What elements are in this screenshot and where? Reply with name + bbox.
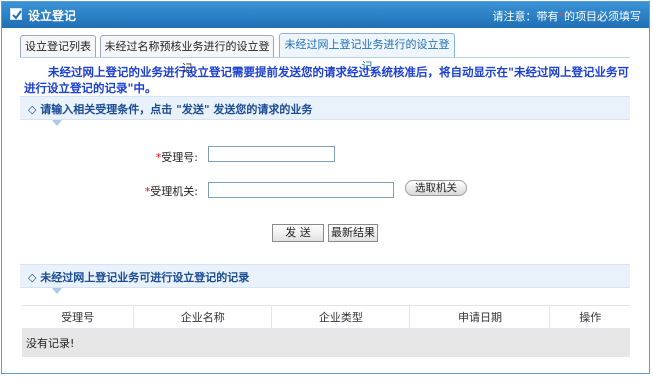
receipt-no-input[interactable] xyxy=(208,146,335,162)
tab-no-name-precheck[interactable]: 未经过名称预核业务进行的设立登记 xyxy=(100,35,274,75)
info-text: 未经过网上登记的业务进行设立登记需要提前发送您的请求经过系统核准后，将自动显示在… xyxy=(24,65,629,95)
column-apply-date: 申请日期 xyxy=(409,305,551,329)
tab-no-online-registration[interactable]: 未经过网上登记业务进行的设立登记 xyxy=(279,33,455,73)
agency-label-text: 受理机关: xyxy=(150,185,198,198)
notice-prefix: 请注意：带有 xyxy=(492,10,559,23)
tab-bar: 设立登记列表 未经过名称预核业务进行的设立登记 未经过网上登记业务进行的设立登记 xyxy=(2,28,649,75)
empty-records-text: 没有记录! xyxy=(22,328,630,357)
column-receipt-no: 受理号 xyxy=(22,305,135,329)
records-table: 受理号 企业名称 企业类型 申请日期 操作 没有记录! xyxy=(22,305,630,357)
checkbox-icon xyxy=(10,8,22,20)
column-action: 操作 xyxy=(549,305,630,329)
title-bar: 设立登记 请注意：带有*的项目必须填写 xyxy=(2,2,649,28)
agency-input[interactable] xyxy=(208,182,394,198)
records-section-header: ◇ 未经过网上登记业务可进行设立登记的记录 xyxy=(20,264,630,294)
registration-panel: 设立登记 请注意：带有*的项目必须填写 设立登记列表 未经过名称预核业务进行的设… xyxy=(1,1,650,374)
column-company-type: 企业类型 xyxy=(271,305,411,329)
form-section-header: ◇ 请输入相关受理条件，点击 "发送" 发送您的请求的业务 xyxy=(20,96,630,126)
table-header-row: 受理号 企业名称 企业类型 申请日期 操作 xyxy=(22,305,630,329)
receipt-no-label: *受理号: xyxy=(142,149,198,165)
latest-result-button[interactable]: 最新结果 xyxy=(328,224,378,242)
records-section-title: ◇ 未经过网上登记业务可进行设立登记的记录 xyxy=(28,271,250,284)
pick-agency-button[interactable]: 选取机关 xyxy=(405,180,467,196)
notice-suffix: 的项目必须填写 xyxy=(564,10,641,23)
column-company-name: 企业名称 xyxy=(133,305,273,329)
agency-label: *受理机关: xyxy=(132,183,198,199)
send-button[interactable]: 发 送 xyxy=(272,224,324,242)
section-arrow-icon xyxy=(52,120,62,126)
required-notice: 请注意：带有*的项目必须填写 xyxy=(493,8,642,24)
section-arrow-icon xyxy=(52,288,62,294)
receipt-no-label-text: 受理号: xyxy=(161,151,198,164)
tab-registration-list[interactable]: 设立登记列表 xyxy=(20,35,96,57)
table-row: 没有记录! xyxy=(22,328,630,357)
page-title: 设立登记 xyxy=(28,9,77,23)
tab-divider xyxy=(20,57,630,58)
form-section-title: ◇ 请输入相关受理条件，点击 "发送" 发送您的请求的业务 xyxy=(28,103,313,116)
